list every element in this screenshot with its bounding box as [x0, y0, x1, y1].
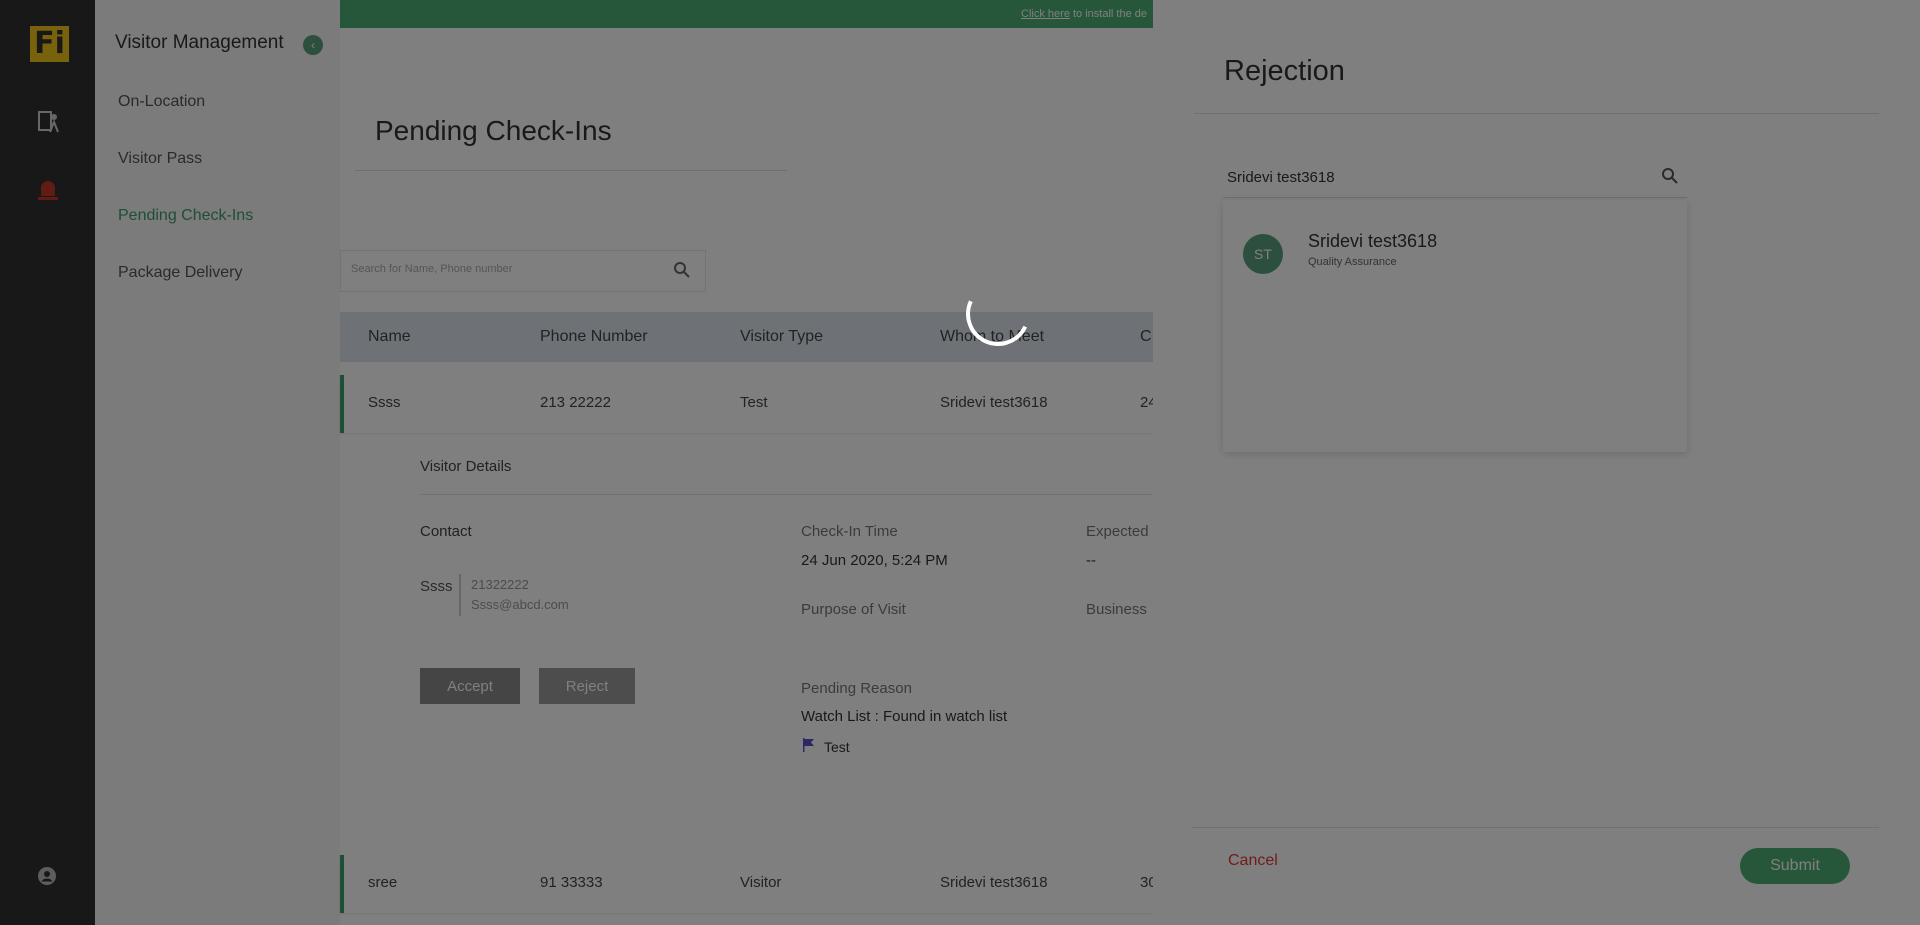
cancel-button[interactable]: Cancel	[1228, 852, 1278, 870]
result-role: Quality Assurance	[1308, 256, 1397, 268]
rejection-panel: Rejection ST Sridevi test3618 Quality As…	[1153, 0, 1920, 925]
employee-search	[1223, 160, 1687, 198]
search-icon[interactable]	[1661, 167, 1679, 185]
modal-overlay[interactable]	[0, 0, 1153, 925]
panel-title: Rejection	[1224, 55, 1345, 87]
submit-button[interactable]: Submit	[1740, 848, 1850, 884]
avatar: ST	[1243, 234, 1283, 274]
panel-divider	[1194, 113, 1879, 114]
search-results-dropdown: ST Sridevi test3618 Quality Assurance	[1223, 200, 1687, 452]
employee-search-input[interactable]	[1227, 169, 1627, 186]
footer-divider	[1192, 827, 1879, 828]
list-item[interactable]: ST Sridevi test3618 Quality Assurance	[1223, 224, 1687, 280]
result-name: Sridevi test3618	[1308, 231, 1438, 251]
